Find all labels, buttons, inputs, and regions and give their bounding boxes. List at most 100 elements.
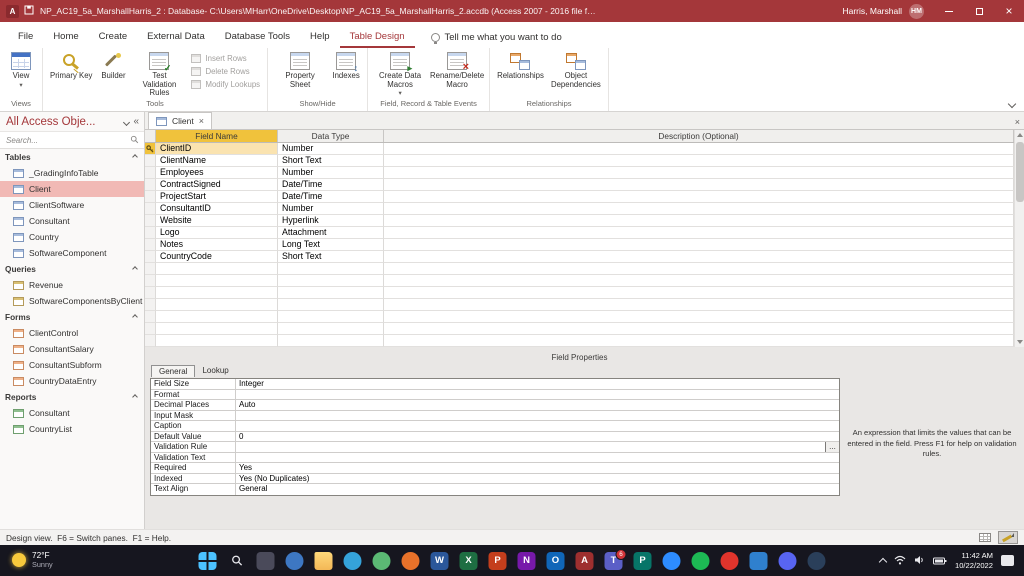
ribbon-tab-home[interactable]: Home [43,26,88,48]
property-sheet-button[interactable]: Property Sheet [273,50,327,89]
data-type-cell[interactable]: Date/Time [278,191,384,203]
field-name-header[interactable]: Field Name [156,130,278,142]
taskbar-icon-edge[interactable] [342,549,364,573]
nav-collapse-icon[interactable] [133,116,139,127]
description-cell[interactable] [384,215,1014,227]
nav-item-countrydataentry[interactable]: CountryDataEntry [0,373,144,389]
nav-item-clientcontrol[interactable]: ClientControl [0,325,144,341]
ribbon-tab-create[interactable]: Create [89,26,138,48]
field-name-cell[interactable]: Logo [156,227,278,239]
hidden-icons-icon[interactable] [879,557,887,565]
delete-rows-button[interactable]: Delete Rows [191,67,260,76]
field-row[interactable]: ConsultantID Number [145,203,1014,215]
data-type-header[interactable]: Data Type [278,130,384,142]
empty-field-row[interactable] [145,323,1014,335]
nav-item-consultant[interactable]: Consultant [0,213,144,229]
field-row[interactable]: Logo Attachment [145,227,1014,239]
field-name-cell[interactable]: ContractSigned [156,179,278,191]
field-name-cell[interactable]: ClientID [156,143,278,155]
property-row[interactable]: Field Size Integer [151,379,839,390]
taskbar-icon-vscode[interactable] [748,549,770,573]
tell-me-box[interactable]: Tell me what you want to do [431,32,562,48]
save-icon[interactable] [24,5,34,17]
field-name-cell[interactable]: ConsultantID [156,203,278,215]
description-cell[interactable] [384,143,1014,155]
ribbon-tab-database-tools[interactable]: Database Tools [215,26,300,48]
row-selector[interactable] [145,179,156,191]
field-row[interactable]: ContractSigned Date/Time [145,179,1014,191]
data-type-cell[interactable]: Short Text [278,251,384,263]
nav-search-input[interactable]: Search... [0,132,144,149]
row-selector[interactable] [145,191,156,203]
nav-section-header[interactable]: Forms [0,309,144,325]
taskbar-icon-discord[interactable] [777,549,799,573]
nav-item-consultantsubform[interactable]: ConsultantSubform [0,357,144,373]
nav-menu-icon[interactable] [124,117,129,127]
datasheet-view-button[interactable] [975,531,995,544]
insert-rows-button[interactable]: Insert Rows [191,54,260,63]
battery-icon[interactable] [933,552,947,570]
taskbar-icon-zoom[interactable] [661,549,683,573]
nav-item-countrylist[interactable]: CountryList [0,421,144,437]
ribbon-tab-external-data[interactable]: External Data [137,26,215,48]
nav-item-revenue[interactable]: Revenue [0,277,144,293]
object-dependencies-button[interactable]: Object Dependencies [549,50,603,89]
row-selector[interactable] [145,323,156,335]
taskbar-icon-powerpoint[interactable]: P [487,549,509,573]
empty-field-row[interactable] [145,275,1014,287]
row-selector[interactable] [145,227,156,239]
tab-general[interactable]: General [151,365,195,377]
nav-item-softwarecomponentsbyclient[interactable]: SoftwareComponentsByClient [0,293,144,309]
avatar[interactable]: HM [909,4,924,19]
row-selector[interactable] [145,263,156,275]
property-row[interactable]: Validation Text [151,453,839,464]
close-button[interactable] [994,0,1024,22]
row-selector[interactable] [145,251,156,263]
property-row[interactable]: Validation Rule ... [151,442,839,453]
row-selector[interactable] [145,299,156,311]
wifi-icon[interactable] [894,552,906,570]
empty-field-row[interactable] [145,311,1014,323]
data-type-cell[interactable]: Number [278,167,384,179]
taskbar-icon-file-explorer[interactable] [313,549,335,573]
empty-field-row[interactable] [145,299,1014,311]
grid-scrollbar[interactable] [1014,130,1024,347]
taskbar-icon-chrome[interactable] [371,549,393,573]
field-row[interactable]: CountryCode Short Text [145,251,1014,263]
description-cell[interactable] [384,191,1014,203]
taskbar-icon-publisher[interactable]: P [632,549,654,573]
nav-section-header[interactable]: Queries [0,261,144,277]
relationships-button[interactable]: Relationships [495,50,546,81]
field-name-cell[interactable]: ProjectStart [156,191,278,203]
field-row[interactable]: ProjectStart Date/Time [145,191,1014,203]
field-row[interactable]: Notes Long Text [145,239,1014,251]
clock[interactable]: 11:42 AM 10/22/2022 [955,551,993,571]
field-name-cell[interactable]: ClientName [156,155,278,167]
ribbon-tab-table-design[interactable]: Table Design [340,26,415,48]
tab-client[interactable]: Client [148,112,212,129]
nav-section-header[interactable]: Tables [0,149,144,165]
description-cell[interactable] [384,203,1014,215]
primary-key-button[interactable]: Primary Key [48,50,94,81]
scrollbar-thumb[interactable] [1016,142,1024,202]
builder-button[interactable]: Builder [97,50,129,81]
empty-field-row[interactable] [145,287,1014,299]
row-selector[interactable] [145,203,156,215]
taskbar-icon-onenote[interactable]: N [516,549,538,573]
field-name-cell[interactable]: Employees [156,167,278,179]
data-type-cell[interactable]: Attachment [278,227,384,239]
test-validation-rules-button[interactable]: Test Validation Rules [132,50,186,98]
indexes-button[interactable]: Indexes [330,50,362,81]
row-selector[interactable] [145,143,156,155]
nav-item-clientsoftware[interactable]: ClientSoftware [0,197,144,213]
description-cell[interactable] [384,155,1014,167]
scroll-down-icon[interactable] [1017,340,1023,344]
signed-in-user[interactable]: Harris, Marshall [842,6,902,16]
create-data-macros-button[interactable]: Create Data Macros [373,50,427,98]
notification-center-icon[interactable] [1001,555,1014,566]
row-selector[interactable] [145,287,156,299]
collapse-ribbon-icon[interactable] [1008,100,1016,108]
ribbon-tab-help[interactable]: Help [300,26,340,48]
field-row[interactable]: Website Hyperlink [145,215,1014,227]
property-row[interactable]: Format [151,390,839,401]
